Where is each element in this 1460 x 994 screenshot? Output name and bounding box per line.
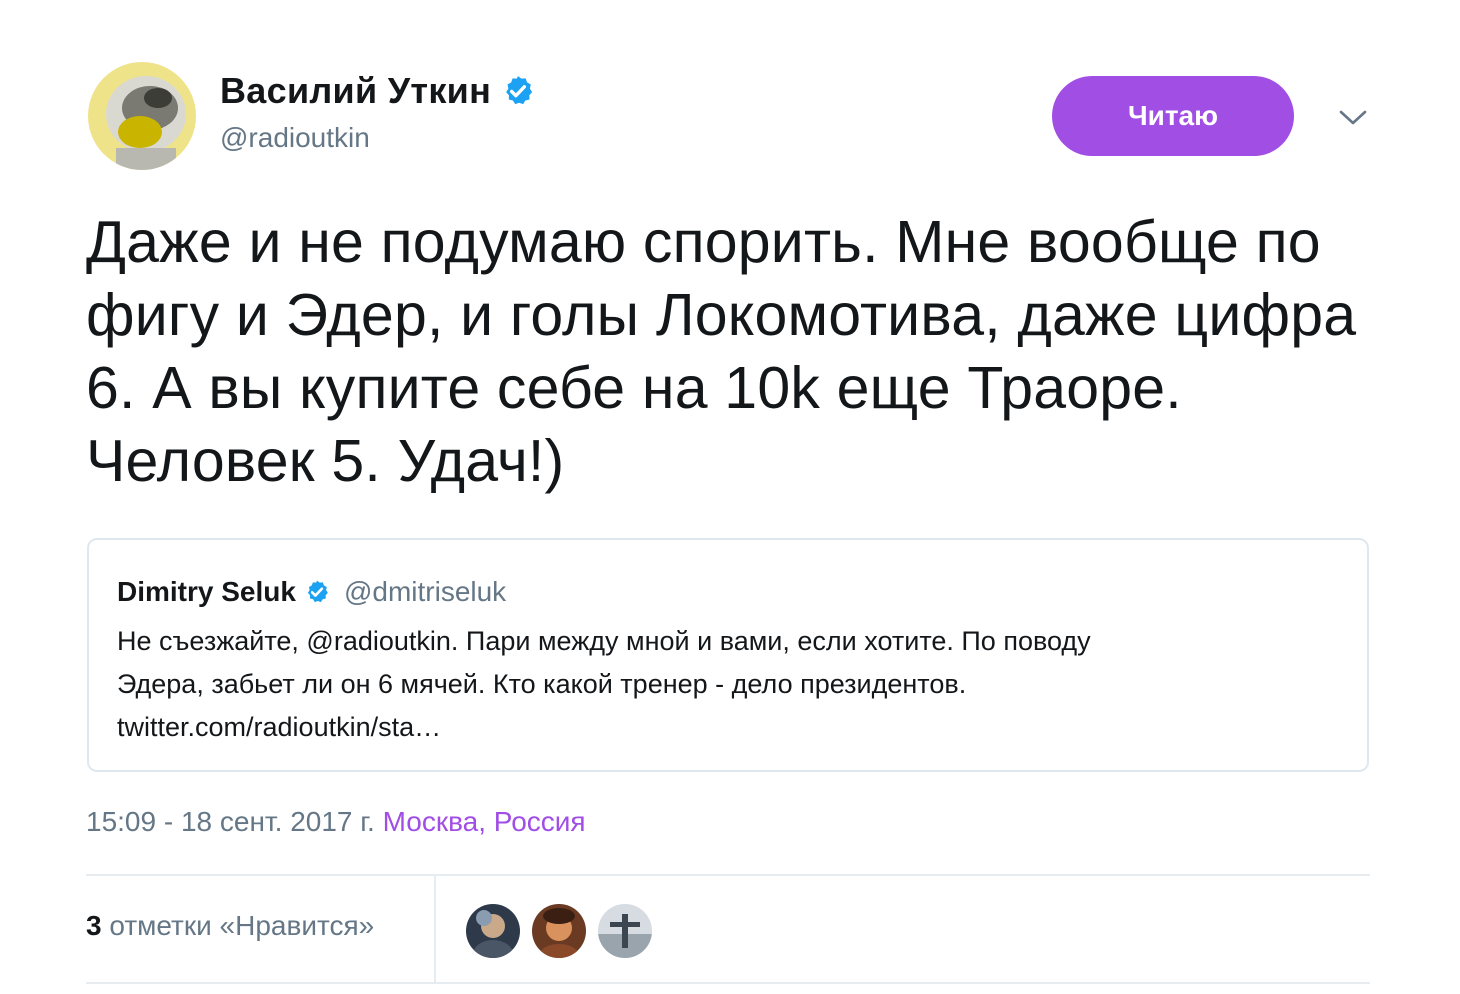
stats-divider-top [86,874,1370,876]
tweet-text: Даже и не подумаю спорить. Мне вообще по… [86,209,1357,494]
liker-avatar-icon [466,904,520,958]
quoted-tweet-text: Не съезжайте, @radioutkin. Пари между мн… [117,620,1337,749]
quoted-display-name: Dimitry Seluk [117,576,296,607]
liker-avatar[interactable] [532,904,586,958]
quoted-handle: @dmitriseluk [343,576,507,607]
quoted-link[interactable]: twitter.com/radioutkin/sta… [117,706,1337,749]
likes-stat[interactable]: 3 отметки «Нравится» [86,910,374,942]
liker-avatar[interactable] [466,904,520,958]
liker-avatar[interactable] [598,904,652,958]
liker-avatar-icon [532,904,586,958]
author-display-name[interactable]: Василий Уткин [220,70,491,112]
quoted-text-line: Не съезжайте, @radioutkin. Пари между мн… [117,626,1091,656]
likes-count: 3 [86,910,102,941]
likes-label: отметки «Нравится» [109,910,375,941]
stats-divider-vertical [434,876,436,982]
quoted-text-line: Эдера, забьет ли он 6 мячей. Кто какой т… [117,669,967,699]
user-avatar-icon [88,62,196,170]
tweet-timestamp[interactable]: 15:09 - 18 сент. 2017 г. [86,806,375,837]
author-name-row[interactable]: Василий Уткин [220,70,535,112]
stats-divider-bottom [86,982,1370,984]
verified-badge-icon [506,76,533,105]
tweet-meta: 15:09 - 18 сент. 2017 г. Москва, Россия [86,806,586,838]
author-avatar[interactable] [88,62,196,170]
following-button[interactable]: Читаю [1052,76,1294,156]
chevron-down-icon[interactable] [1336,102,1370,132]
quoted-tweet-card[interactable]: Dimitry Seluk @dmitriseluk Не съезжайте,… [87,538,1369,772]
quoted-tweet-header: Dimitry Seluk @dmitriseluk [117,576,506,608]
tweet-location[interactable]: Москва, Россия [383,806,586,837]
liker-avatar-icon [598,904,652,958]
verified-badge-icon [307,580,328,603]
author-handle[interactable]: @radioutkin [220,122,370,154]
